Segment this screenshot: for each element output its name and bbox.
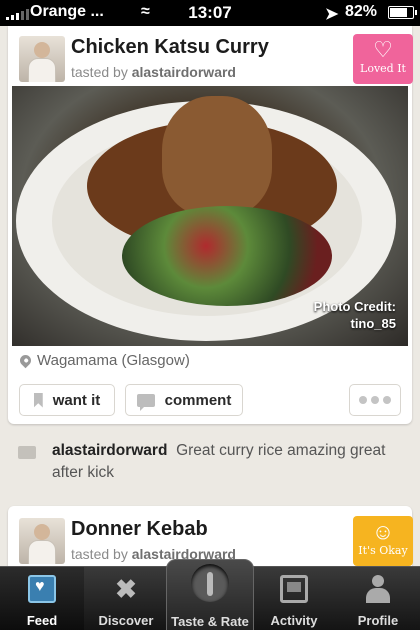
comment-button[interactable]: comment <box>125 384 243 416</box>
comment-user[interactable]: alastairdorward <box>52 442 167 459</box>
location-arrow-icon: ➤ <box>325 6 339 23</box>
more-dots-icon <box>359 396 391 404</box>
battery-percent: 82% <box>345 3 378 20</box>
want-it-button[interactable]: want it <box>19 384 115 416</box>
avatar[interactable] <box>19 518 65 564</box>
map-pin-icon <box>17 352 34 369</box>
battery-icon <box>388 6 417 19</box>
tasted-by-user[interactable]: alastairdorward <box>132 64 236 80</box>
dish-title[interactable]: Chicken Katsu Curry <box>71 36 269 59</box>
avatar[interactable] <box>19 36 65 82</box>
more-button[interactable] <box>349 384 401 416</box>
tab-feed[interactable]: Feed <box>0 567 84 630</box>
dish-photo[interactable]: Photo Credit: tino_85 <box>12 86 408 346</box>
activity-icon <box>280 575 308 603</box>
location-name: Wagamama (Glasgow) <box>37 352 190 369</box>
smiley-icon: ☺ <box>371 519 395 544</box>
dish-title[interactable]: Donner Kebab <box>71 518 208 541</box>
location[interactable]: Wagamama (Glasgow) <box>17 352 190 369</box>
fork-knife-icon: ✖ <box>115 574 137 604</box>
tab-bar: Feed ✖ Discover Taste & Rate Activity Pr… <box>0 559 420 630</box>
heart-icon: ♡ <box>373 37 393 62</box>
status-bar: Orange ... ≈ 13:07 ➤ 82% <box>0 0 420 26</box>
fork-icon <box>191 564 229 602</box>
rating-badge-okay: ☺ It's Okay <box>353 516 413 566</box>
feed-card: Chicken Katsu Curry tasted by alastairdo… <box>8 26 413 424</box>
comment-item: alastairdorward Great curry rice amazing… <box>18 440 398 484</box>
tab-profile[interactable]: Profile <box>336 567 420 630</box>
photo-credit: Photo Credit: tino_85 <box>313 299 396 331</box>
comment-bubble-icon <box>18 446 36 459</box>
tab-activity[interactable]: Activity <box>252 567 336 630</box>
feed-icon <box>28 575 56 603</box>
person-icon <box>364 575 392 603</box>
rating-badge-loved: ♡ Loved It <box>353 34 413 84</box>
tasted-by: tasted by alastairdorward <box>71 64 236 80</box>
tab-taste-rate[interactable]: Taste & Rate <box>166 559 254 630</box>
bookmark-icon <box>33 392 43 408</box>
tab-discover[interactable]: ✖ Discover <box>84 567 168 630</box>
comment-icon <box>136 393 155 411</box>
